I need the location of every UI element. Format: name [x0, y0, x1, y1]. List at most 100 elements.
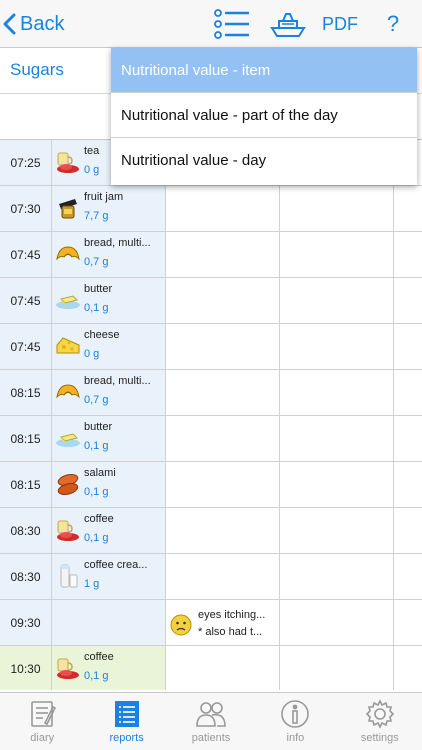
chevron-left-icon — [3, 13, 16, 35]
empty-cell — [280, 646, 394, 690]
row-time: 10:30 — [0, 646, 52, 690]
boat-icon — [270, 13, 306, 37]
row-time: 09:30 — [0, 600, 52, 645]
empty-cell — [280, 600, 394, 645]
tab-label: reports — [109, 732, 144, 744]
food-name: coffee crea... — [84, 559, 148, 571]
empty-cell — [280, 278, 394, 323]
sugar-value: 0 g — [84, 164, 100, 176]
table-row[interactable]: 10:30 coffee 0,1 g — [0, 646, 422, 690]
food-name: bread, multi... — [84, 237, 151, 249]
row-time: 07:45 — [0, 232, 52, 277]
sugar-value: 0,7 g — [84, 256, 109, 268]
report-type-dropdown: Nutritional value - item Nutritional valu… — [111, 48, 417, 185]
help-button[interactable]: ? — [376, 8, 410, 40]
info-icon — [280, 699, 310, 732]
tab-reports[interactable]: reports — [84, 693, 168, 750]
tab-bar: diary reports patients info settings — [0, 692, 422, 750]
share-button[interactable] — [266, 8, 310, 40]
food-name: bread, multi... — [84, 375, 151, 387]
patients-icon — [196, 699, 226, 732]
butter-icon — [55, 425, 81, 451]
symptom-note[interactable]: eyes itching... * also had t... — [168, 604, 280, 644]
sugar-value: 0 g — [84, 348, 100, 360]
table-row[interactable]: 08:30 coffee 0,1 g — [0, 508, 422, 554]
food-item-cell[interactable]: coffee 0,1 g — [52, 646, 166, 690]
table-row[interactable]: 07:45 bread, multi... 0,7 g — [0, 232, 422, 278]
food-name: coffee — [84, 513, 114, 525]
empty-cell — [166, 508, 280, 553]
row-time: 08:30 — [0, 508, 52, 553]
table-row[interactable]: 07:30 fruit jam 7,7 g — [0, 186, 422, 232]
settings-icon — [365, 699, 395, 732]
worried-face-icon — [170, 614, 192, 636]
empty-cell — [166, 646, 280, 690]
sugar-value: 1 g — [84, 578, 100, 590]
sugar-value: 7,7 g — [84, 210, 109, 222]
row-time: 07:25 — [0, 140, 52, 185]
butter-icon — [55, 287, 81, 313]
jam-jar-icon — [55, 195, 81, 221]
food-item-cell[interactable]: fruit jam 7,7 g — [52, 186, 166, 231]
empty-cell — [166, 278, 280, 323]
tab-label: info — [286, 732, 305, 744]
table-row[interactable]: 08:15 bread, multi... 0,7 g — [0, 370, 422, 416]
tab-info[interactable]: info — [253, 693, 337, 750]
empty-cell — [280, 508, 394, 553]
pdf-button[interactable]: PDF — [318, 8, 362, 40]
row-time: 08:15 — [0, 370, 52, 415]
food-item-cell[interactable]: butter 0,1 g — [52, 278, 166, 323]
food-item-cell[interactable]: bread, multi... 0,7 g — [52, 232, 166, 277]
sugar-value: 0,1 g — [84, 670, 109, 682]
empty-cell — [280, 554, 394, 599]
empty-cell — [280, 416, 394, 461]
food-name: butter — [84, 283, 113, 295]
empty-cell — [280, 370, 394, 415]
food-item-cell[interactable]: butter 0,1 g — [52, 416, 166, 461]
dropdown-option[interactable]: Nutritional value - item — [111, 48, 417, 93]
row-time: 08:15 — [0, 462, 52, 507]
row-time: 08:30 — [0, 554, 52, 599]
food-item-cell[interactable]: salami 0,1 g — [52, 462, 166, 507]
table-row[interactable]: 08:15 salami 0,1 g — [0, 462, 422, 508]
cheese-icon — [55, 333, 81, 359]
dropdown-option[interactable]: Nutritional value - part of the day — [111, 93, 417, 138]
tab-diary[interactable]: diary — [0, 693, 84, 750]
sugar-value: 0,1 g — [84, 486, 109, 498]
dropdown-option[interactable]: Nutritional value - day — [111, 138, 417, 183]
food-item-cell[interactable]: bread, multi... 0,7 g — [52, 370, 166, 415]
table-row[interactable]: 07:45 cheese 0 g — [0, 324, 422, 370]
back-label: Back — [20, 12, 65, 35]
tab-label: patients — [191, 732, 231, 744]
food-item-cell[interactable]: coffee crea... 1 g — [52, 554, 166, 599]
tab-settings[interactable]: settings — [338, 693, 422, 750]
tab-patients[interactable]: patients — [169, 693, 253, 750]
row-time: 07:30 — [0, 186, 52, 231]
report-table[interactable]: 07:25 tea 0 g 07:30 fruit jam 7,7 g 07:45 bread… — [0, 140, 422, 690]
croissant-icon — [55, 241, 81, 267]
row-time: 07:45 — [0, 278, 52, 323]
table-row[interactable]: 08:15 butter 0,1 g — [0, 416, 422, 462]
sugar-value: 0,7 g — [84, 394, 109, 406]
list-view-button[interactable] — [212, 8, 252, 40]
back-button[interactable]: Back — [2, 8, 64, 40]
table-row[interactable]: 07:45 butter 0,1 g — [0, 278, 422, 324]
milk-bottle-icon — [55, 563, 81, 589]
table-row[interactable]: 09:30 eyes itching... * also had t... — [0, 600, 422, 646]
row-time: 07:45 — [0, 324, 52, 369]
note-line-1: eyes itching... — [198, 609, 266, 621]
sugar-value: 0,1 g — [84, 440, 109, 452]
nav-bar: Back PDF ? — [0, 0, 422, 48]
empty-cell — [166, 462, 280, 507]
food-name: butter — [84, 421, 113, 433]
croissant-icon — [55, 379, 81, 405]
empty-cell — [166, 232, 280, 277]
food-item-cell[interactable]: coffee 0,1 g — [52, 508, 166, 553]
note-line-2: * also had t... — [198, 626, 263, 638]
food-item-cell[interactable] — [52, 600, 166, 645]
food-item-cell[interactable]: cheese 0 g — [52, 324, 166, 369]
diary-icon — [27, 699, 57, 732]
food-name: coffee — [84, 651, 114, 663]
tea-cup-icon — [55, 149, 81, 175]
table-row[interactable]: 08:30 coffee crea... 1 g — [0, 554, 422, 600]
